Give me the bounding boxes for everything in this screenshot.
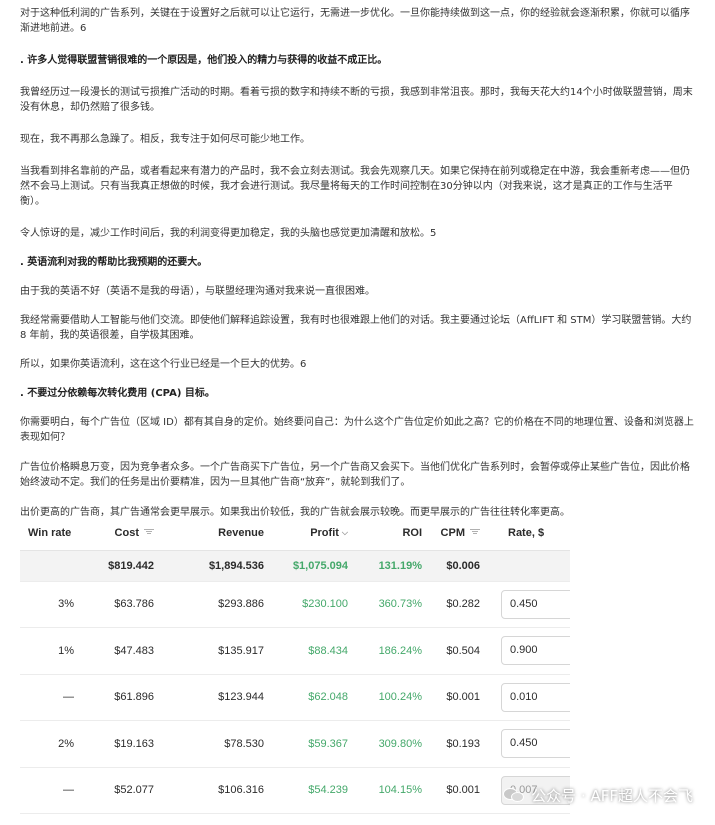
filter-icon[interactable] <box>470 529 480 536</box>
cpm-cell: $0.001 <box>430 767 488 814</box>
rate-input[interactable]: 0.450 <box>501 729 570 759</box>
column-header-win-rate[interactable]: Win rate <box>20 517 76 551</box>
revenue-cell: $123.944 <box>162 674 272 721</box>
table-row[interactable]: — $61.896 $123.944 $62.048 100.24% $0.00… <box>20 674 570 721</box>
roi-cell: 309.80% <box>356 720 430 768</box>
rate-input[interactable]: 0.010 <box>501 682 570 712</box>
paragraph: 令人惊讶的是，减少工作时间后，我的利润变得更加稳定，我的头脑也感觉更加清醒和放松… <box>20 228 437 239</box>
cpm-cell: $0.282 <box>430 581 488 628</box>
table-row[interactable]: 2% $19.163 $78.530 $59.367 309.80% $0.19… <box>20 720 570 768</box>
paragraph: 由于我的英语不好（英语不是我的母语），与联盟经理沟通对我来说一直很困难。 <box>20 286 375 297</box>
table-row[interactable]: 1% $47.483 $135.917 $88.434 186.24% $0.5… <box>20 627 570 675</box>
profit-cell: $230.100 <box>272 581 356 628</box>
paragraph: 我曾经历过一段漫长的测试亏损推广活动的时期。看着亏损的数字和持续不断的亏损，我感… <box>20 87 693 113</box>
rate-input[interactable]: 0.900 <box>501 636 570 666</box>
paragraph: 现在，我不再那么急躁了。相反，我专注于如何尽可能少地工作。 <box>20 134 310 145</box>
column-header-roi[interactable]: ROI <box>356 517 430 551</box>
roi-cell: 360.73% <box>356 581 430 628</box>
cost-cell: $61.896 <box>76 674 162 721</box>
profit-cell: $59.367 <box>272 720 356 768</box>
table-row[interactable]: — $52.077 $106.316 $54.239 104.15% $0.00… <box>20 767 570 814</box>
paragraph: 对于这种低利润的广告系列，关键在于设置好之后就可以让它运行，无需进一步优化。一旦… <box>20 8 690 34</box>
roi-cell: 104.15% <box>356 767 430 814</box>
section-heading: . 不要过分依赖每次转化费用 (CPA) 目标。 <box>20 388 215 399</box>
column-header-cost[interactable]: Cost <box>76 517 162 551</box>
column-header-profit[interactable]: Profit ⌵ <box>272 517 356 551</box>
totals-roi: 131.19% <box>356 550 430 582</box>
win-rate-cell: 2% <box>20 720 76 768</box>
column-header-cpm[interactable]: CPM <box>430 517 488 551</box>
cost-cell: $63.786 <box>76 581 162 628</box>
revenue-cell: $106.316 <box>162 767 272 814</box>
filter-icon[interactable] <box>144 529 154 536</box>
win-rate-cell: — <box>20 767 76 814</box>
win-rate-cell: 3% <box>20 581 76 628</box>
watermark: 公众号 · AFF超人不会飞 <box>503 780 693 810</box>
profit-cell: $88.434 <box>272 627 356 675</box>
cost-cell: $52.077 <box>76 767 162 814</box>
section-heading: . 许多人觉得联盟营销很难的一个原因是，他们投入的精力与获得的收益不成正比。 <box>20 55 388 66</box>
wechat-icon <box>503 786 525 804</box>
revenue-cell: $78.530 <box>162 720 272 768</box>
cpm-cell: $0.504 <box>430 627 488 675</box>
paragraph: 你需要明白，每个广告位（区域 ID）都有其自身的定价。始终要问自己：为什么这个广… <box>20 417 694 443</box>
roi-cell: 100.24% <box>356 674 430 721</box>
section-heading: . 英语流利对我的帮助比我预期的还要大。 <box>20 257 208 268</box>
revenue-cell: $135.917 <box>162 627 272 675</box>
roi-cell: 186.24% <box>356 627 430 675</box>
totals-row: $819.442 $1,894.536 $1,075.094 131.19% $… <box>20 550 570 582</box>
chevron-down-icon[interactable]: ⌵ <box>342 528 348 538</box>
win-rate-cell: 1% <box>20 627 76 675</box>
table-row[interactable]: 3% $63.786 $293.886 $230.100 360.73% $0.… <box>20 581 570 628</box>
column-header-revenue[interactable]: Revenue <box>162 517 272 551</box>
profit-cell: $54.239 <box>272 767 356 814</box>
cpm-cell: $0.001 <box>430 674 488 721</box>
cost-cell: $47.483 <box>76 627 162 675</box>
totals-cpm: $0.006 <box>430 550 488 582</box>
win-rate-cell: — <box>20 674 76 721</box>
profit-cell: $62.048 <box>272 674 356 721</box>
column-header-rate[interactable]: Rate, $ <box>488 517 570 551</box>
cost-cell: $19.163 <box>76 720 162 768</box>
paragraph: 当我看到排名靠前的产品，或者看起来有潜力的产品时，我不会立刻去测试。我会先观察几… <box>20 166 690 207</box>
totals-revenue: $1,894.536 <box>162 550 272 582</box>
rate-input[interactable]: 0.450 <box>501 589 570 619</box>
totals-profit: $1,075.094 <box>272 550 356 582</box>
revenue-cell: $293.886 <box>162 581 272 628</box>
paragraph: 所以，如果你英语流利，这在这个行业已经是一个巨大的优势。6 <box>20 359 307 370</box>
watermark-text: 公众号 · AFF超人不会飞 <box>531 786 693 805</box>
campaign-stats-table: Win rate Cost Revenue Profit ⌵ ROI CPM Ra… <box>20 517 570 825</box>
cpm-cell: $0.193 <box>430 720 488 768</box>
article-body: 对于这种低利润的广告系列，关键在于设置好之后就可以让它运行，无需进一步优化。一旦… <box>20 0 696 550</box>
table-header-row: Win rate Cost Revenue Profit ⌵ ROI CPM Ra… <box>20 517 570 551</box>
paragraph: 广告位价格瞬息万变，因为竞争者众多。一个广告商买下广告位，另一个广告商又会买下。… <box>20 462 690 488</box>
totals-cost: $819.442 <box>76 550 162 582</box>
paragraph: 我经常需要借助人工智能与他们交流。即使他们解释追踪设置，我有时也很难跟上他们的对… <box>20 315 692 341</box>
